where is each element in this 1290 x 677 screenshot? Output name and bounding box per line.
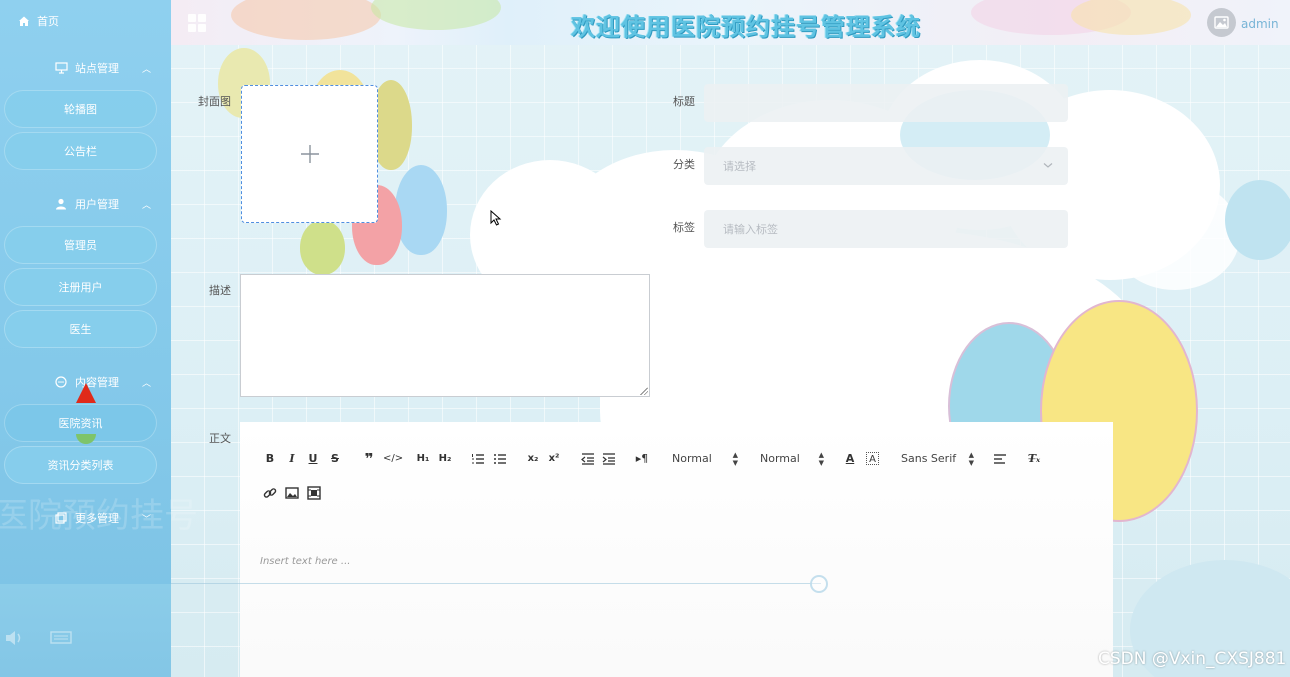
sidebar-item-label: 管理员 xyxy=(64,239,97,252)
header-1-icon[interactable]: H₁ xyxy=(416,451,430,467)
chevron-up-icon: ︿ xyxy=(142,378,152,389)
sidebar-item-news-categories[interactable]: 资讯分类列表 xyxy=(4,446,157,484)
volume-icon xyxy=(6,631,21,645)
resize-handle-icon[interactable] xyxy=(640,387,648,395)
image-icon[interactable] xyxy=(285,486,299,500)
user-icon xyxy=(56,198,66,210)
code-icon[interactable]: </> xyxy=(383,451,403,467)
category-label: 分类 xyxy=(673,158,695,171)
video-icon[interactable] xyxy=(307,486,321,500)
csdn-watermark: CSDN @Vxin_CXSJ881 xyxy=(1098,649,1287,669)
sidebar-item-admin[interactable]: 管理员 xyxy=(4,226,157,264)
italic-icon[interactable]: I xyxy=(286,451,298,467)
align-icon[interactable] xyxy=(993,452,1007,466)
grid-menu-icon[interactable] xyxy=(188,14,206,32)
mouse-cursor-icon xyxy=(490,210,502,226)
image-icon xyxy=(1214,16,1229,29)
top-header: 欢迎使用医院预约挂号管理系统 admin xyxy=(171,0,1290,45)
sidebar-item-label: 资讯分类列表 xyxy=(47,459,114,472)
outdent-icon[interactable] xyxy=(581,452,595,466)
blockquote-icon[interactable]: ❞ xyxy=(362,451,376,467)
subscript-icon[interactable]: x₂ xyxy=(526,451,540,467)
description-label: 描述 xyxy=(209,284,231,297)
font-color-icon[interactable]: A xyxy=(844,451,856,467)
header-select-value: Normal xyxy=(672,452,712,465)
strikethrough-icon[interactable]: S xyxy=(329,451,341,467)
sidebar-item-notice[interactable]: 公告栏 xyxy=(4,132,157,170)
tag-input[interactable]: 请输入标签 xyxy=(704,210,1068,248)
sidebar-item-hospital-news[interactable]: 医院资讯 xyxy=(4,404,157,444)
page-title: 欢迎使用医院预约挂号管理系统 xyxy=(571,13,921,41)
background-slider-track xyxy=(171,583,821,584)
text-direction-icon[interactable]: ▸¶ xyxy=(635,451,649,467)
sidebar-item-label: 医院资讯 xyxy=(58,417,103,430)
size-select[interactable]: Normal ▲ ▼ xyxy=(760,451,824,467)
sidebar: 首页 站点管理 ︿ 轮播图 公告栏 用户管理 ︿ 管理员 注册用户 医生 内容管… xyxy=(0,0,171,677)
keyboard-icon xyxy=(50,631,72,644)
sidebar-item-label: 轮播图 xyxy=(64,103,97,116)
background-color-icon[interactable]: A xyxy=(866,452,879,465)
sidebar-item-label: 公告栏 xyxy=(64,145,97,158)
sidebar-item-registered-users[interactable]: 注册用户 xyxy=(4,268,157,306)
sidebar-group-label: 用户管理 xyxy=(75,198,119,211)
font-select-value: Sans Serif xyxy=(901,452,957,465)
background-watermark-text: 医院预约挂号 xyxy=(0,496,198,536)
plus-icon xyxy=(300,145,319,163)
username-link[interactable]: admin xyxy=(1241,17,1279,31)
tag-label: 标签 xyxy=(673,221,695,234)
sidebar-item-label: 医生 xyxy=(69,323,92,336)
sidebar-item-carousel[interactable]: 轮播图 xyxy=(4,90,157,128)
chevron-down-icon xyxy=(1043,163,1053,168)
ordered-list-icon[interactable] xyxy=(471,452,485,466)
indent-icon[interactable] xyxy=(602,452,616,466)
up-down-icon: ▲ ▼ xyxy=(732,451,738,467)
bold-icon[interactable]: B xyxy=(264,451,276,467)
chat-icon xyxy=(55,376,67,388)
sidebar-home[interactable]: 首页 xyxy=(18,13,59,29)
sidebar-group-users[interactable]: 用户管理 ︿ xyxy=(0,194,171,214)
cover-label: 封面图 xyxy=(198,95,231,108)
green-dot-icon xyxy=(76,434,96,444)
up-down-icon: ▲ ▼ xyxy=(968,451,974,467)
sidebar-item-doctor[interactable]: 医生 xyxy=(4,310,157,348)
background-slider-knob xyxy=(810,575,828,593)
body-label: 正文 xyxy=(209,432,231,445)
header-select[interactable]: Normal ▲ ▼ xyxy=(672,451,738,467)
chevron-up-icon: ︿ xyxy=(142,200,152,211)
size-select-value: Normal xyxy=(760,452,800,465)
avatar[interactable] xyxy=(1207,8,1236,37)
sidebar-footer xyxy=(0,584,171,677)
sidebar-group-site[interactable]: 站点管理 ︿ xyxy=(0,58,171,78)
underline-icon[interactable]: U xyxy=(307,451,319,467)
red-marker-icon xyxy=(76,383,96,403)
sidebar-item-label: 注册用户 xyxy=(58,281,103,294)
home-icon xyxy=(19,16,29,26)
font-select[interactable]: Sans Serif ▲ ▼ xyxy=(901,451,974,467)
title-label: 标题 xyxy=(673,95,695,108)
up-down-icon: ▲ ▼ xyxy=(818,451,824,467)
header-2-icon[interactable]: H₂ xyxy=(438,451,452,467)
category-select[interactable]: 请选择 xyxy=(704,147,1068,185)
superscript-icon[interactable]: x² xyxy=(547,451,561,467)
bullet-list-icon[interactable] xyxy=(493,452,507,466)
chevron-up-icon: ︿ xyxy=(142,64,152,75)
editor-placeholder: Insert text here ... xyxy=(260,556,351,567)
title-input[interactable] xyxy=(704,84,1068,122)
category-placeholder: 请选择 xyxy=(723,160,756,173)
sidebar-home-label: 首页 xyxy=(37,15,59,28)
tag-placeholder: 请输入标签 xyxy=(723,223,778,236)
clear-format-icon[interactable]: T̶ₓ xyxy=(1027,451,1041,467)
monitor-icon xyxy=(55,62,68,74)
sidebar-group-label: 站点管理 xyxy=(75,62,119,75)
description-textarea[interactable] xyxy=(240,274,650,397)
cover-upload-box[interactable] xyxy=(241,85,378,223)
link-icon[interactable] xyxy=(263,486,277,500)
